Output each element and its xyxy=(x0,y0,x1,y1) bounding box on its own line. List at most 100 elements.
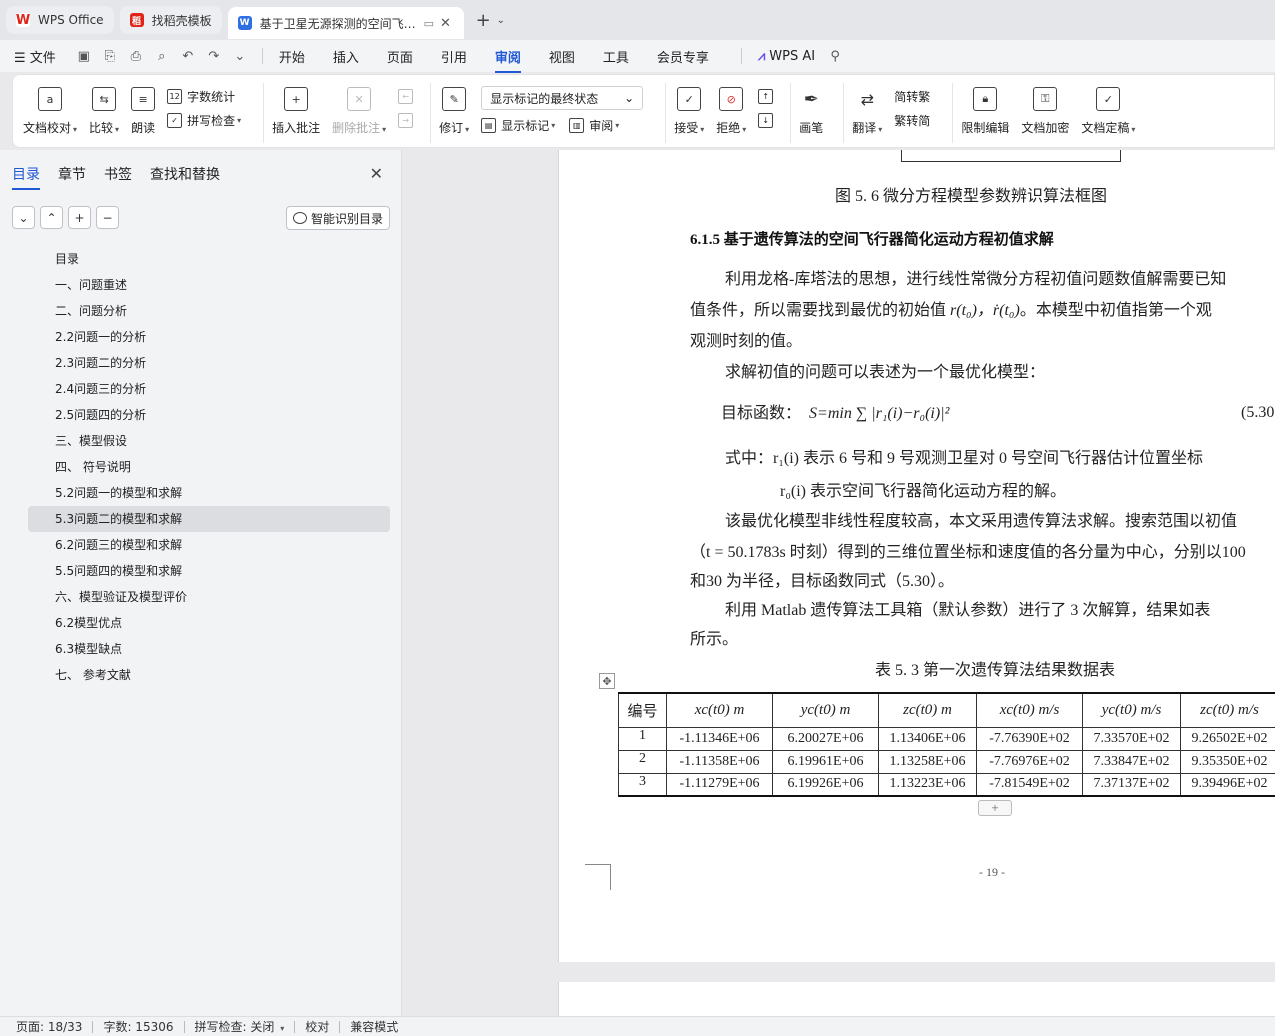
close-icon[interactable]: ✕ xyxy=(370,164,383,183)
toc-item[interactable]: 2.2问题一的分析 xyxy=(28,324,390,350)
menu-insert[interactable]: 插入 xyxy=(333,47,359,66)
toc-item[interactable]: 5.5问题四的模型和求解 xyxy=(28,558,390,584)
reject-icon: ⊘ xyxy=(719,87,744,111)
toc-item[interactable]: 5.2问题一的模型和求解 xyxy=(28,480,390,506)
menu-page[interactable]: 页面 xyxy=(387,47,413,66)
table-cell: -7.76976E+02 xyxy=(976,749,1083,774)
proofread-button[interactable]: a 文档校对 ▾ xyxy=(23,83,77,136)
toc-item[interactable]: 六、模型验证及模型评价 xyxy=(28,584,390,610)
table-move-handle[interactable]: ✥ xyxy=(599,673,615,689)
spell-check-indicator[interactable]: 拼写检查: 关闭 ▾ xyxy=(195,1018,285,1035)
add-row-button[interactable]: + xyxy=(978,800,1012,816)
tab-bar: W WPS Office 稻 找稻壳模板 W 基于卫星无源探测的空间飞行器 ▭ … xyxy=(0,0,1275,40)
export-icon[interactable]: ⎘ xyxy=(102,48,118,64)
next-comment-button[interactable]: → xyxy=(398,109,418,131)
compare-button[interactable]: ⇆ 比较 ▾ xyxy=(89,83,119,136)
tab-toc[interactable]: 目录 xyxy=(12,164,40,190)
proof-indicator[interactable]: 校对 xyxy=(305,1018,329,1035)
compat-mode-indicator: 兼容模式 xyxy=(350,1020,399,1034)
chevron-down-icon: ⌄ xyxy=(624,91,635,105)
show-markup-button[interactable]: ▤ 显示标记 ▾ xyxy=(481,117,555,134)
remove-icon[interactable]: − xyxy=(96,206,119,229)
search-icon[interactable]: ⚲ xyxy=(827,48,843,64)
toc-item[interactable]: 6.2问题三的模型和求解 xyxy=(28,532,390,558)
next-change-button[interactable]: ↓ xyxy=(758,109,778,131)
toc-item[interactable]: 2.3问题二的分析 xyxy=(28,350,390,376)
redo-icon[interactable]: ↷ xyxy=(206,48,222,64)
revise-button[interactable]: ✎ 修订 ▾ xyxy=(439,83,469,136)
toc-item[interactable]: 三、模型假设 xyxy=(28,428,390,454)
menu-home[interactable]: 开始 xyxy=(279,47,305,66)
read-aloud-button[interactable]: ≡ 朗读 xyxy=(131,83,155,136)
toc-item[interactable]: 目录 xyxy=(28,246,390,272)
reject-button[interactable]: ⊘ 拒绝 ▾ xyxy=(716,83,746,136)
toc-item[interactable]: 6.3模型缺点 xyxy=(28,636,390,662)
toc-item[interactable]: 二、问题分析 xyxy=(28,298,390,324)
restrict-edit-button[interactable]: 🔒︎ 限制编辑 xyxy=(961,83,1009,136)
menu-review[interactable]: 审阅 xyxy=(494,47,521,73)
comment-group: + 插入批注 ✕ 删除批注 ▾ ← → xyxy=(272,83,432,143)
toc-item[interactable]: 2.4问题三的分析 xyxy=(28,376,390,402)
file-menu[interactable]: ☰ 文件 xyxy=(14,47,56,66)
display-state-select[interactable]: 显示标记的最终状态 ⌄ xyxy=(481,86,644,110)
toc-item[interactable]: 一、问题重述 xyxy=(28,272,390,298)
add-icon[interactable]: + xyxy=(68,206,91,229)
word-count-label: 字数统计 xyxy=(187,89,236,104)
spell-check-button[interactable]: ✓ 拼写检查 ▾ xyxy=(167,109,241,131)
simp-convert-button[interactable]: 繁转简 xyxy=(894,109,930,131)
finalize-button[interactable]: ✓ 文档定稿 ▾ xyxy=(1081,83,1135,136)
chevron-down-icon[interactable]: ⌄ xyxy=(232,48,248,64)
review-pane-button[interactable]: ▥ 审阅 ▾ xyxy=(569,117,619,134)
delete-comment-label: 删除批注 xyxy=(332,121,381,135)
ribbon-toolbar: a 文档校对 ▾ ⇆ 比较 ▾ ≡ 朗读 12 字数统计 ✓ 拼写检查 ▾ + 插入批注 … xyxy=(12,74,1275,148)
encrypt-button[interactable]: ⚿ 文档加密 xyxy=(1021,83,1069,136)
insert-comment-button[interactable]: + 插入批注 xyxy=(272,83,320,136)
tab-bookmarks[interactable]: 书签 xyxy=(104,164,132,184)
trad-convert-button[interactable]: 简转繁 xyxy=(894,85,930,107)
pen-button[interactable]: ✒ 画笔 xyxy=(799,83,823,136)
collapse-icon[interactable]: ⌃ xyxy=(40,206,63,229)
revise-icon: ✎ xyxy=(442,87,467,111)
delete-comment-button[interactable]: ✕ 删除批注 ▾ xyxy=(332,83,386,136)
save-icon[interactable]: ▣ xyxy=(76,48,92,64)
menu-reference[interactable]: 引用 xyxy=(441,47,467,66)
word-count-button[interactable]: 12 字数统计 xyxy=(167,85,241,107)
tab-wps-office[interactable]: W WPS Office xyxy=(6,6,114,34)
print-preview-icon[interactable]: ⌕ xyxy=(154,48,170,64)
translate-label: 翻译 xyxy=(852,121,877,135)
table-row: 1 -1.11346E+06 6.20027E+06 1.13406E+06 -7.76… xyxy=(618,726,1275,751)
word-count-indicator[interactable]: 字数: 15306 xyxy=(103,1018,173,1035)
prev-comment-button[interactable]: ← xyxy=(398,85,418,107)
tab-daoke-templates[interactable]: 稻 找稻壳模板 xyxy=(119,6,222,34)
tab-chapters[interactable]: 章节 xyxy=(58,164,86,184)
wps-ai-button[interactable]: ⩘ WPS AI xyxy=(758,49,815,64)
toc-item[interactable]: 5.3问题二的模型和求解 xyxy=(28,506,390,532)
prev-change-button[interactable]: ↑ xyxy=(758,85,778,107)
toc-item[interactable]: 四、 符号说明 xyxy=(28,454,390,480)
tab-document[interactable]: W 基于卫星无源探测的空间飞行器 ▭ ✕ xyxy=(227,7,464,39)
table-cell: 7.33570E+02 xyxy=(1082,726,1181,751)
expand-icon[interactable]: ⌄ xyxy=(12,206,35,229)
encrypt-label: 文档加密 xyxy=(1021,121,1070,135)
close-icon[interactable]: ✕ xyxy=(440,16,451,31)
new-tab-button[interactable]: + xyxy=(476,10,491,31)
toc-item[interactable]: 七、 参考文献 xyxy=(28,662,390,688)
chevron-down-icon[interactable]: ⌄ xyxy=(497,15,505,26)
smart-toc-button[interactable]: 智能识别目录 xyxy=(286,206,390,230)
translate-button[interactable]: ⇄ 翻译 ▾ xyxy=(852,83,882,136)
toc-item[interactable]: 2.5问题四的分析 xyxy=(28,402,390,428)
paragraph-line: 利用龙格-库塔法的思想，进行线性常微分方程初值问题数值解需要已知 xyxy=(725,271,1227,288)
encrypt-icon: ⚿ xyxy=(1033,87,1058,111)
page-indicator[interactable]: 页面: 18/33 xyxy=(16,1018,82,1035)
accept-button[interactable]: ✓ 接受 ▾ xyxy=(674,83,704,136)
menu-member[interactable]: 会员专享 xyxy=(657,47,709,66)
toc-item[interactable]: 6.2模型优点 xyxy=(28,610,390,636)
table-cell: 3 xyxy=(618,772,667,797)
print-icon[interactable]: ⎙ xyxy=(128,48,144,64)
menu-tools[interactable]: 工具 xyxy=(603,47,629,66)
equation-number: (5.30 xyxy=(1241,404,1275,421)
prev-comment-icon: ← xyxy=(398,88,414,104)
tab-find-replace[interactable]: 查找和替换 xyxy=(150,164,220,184)
menu-view[interactable]: 视图 xyxy=(549,47,575,66)
undo-icon[interactable]: ↶ xyxy=(180,48,196,64)
